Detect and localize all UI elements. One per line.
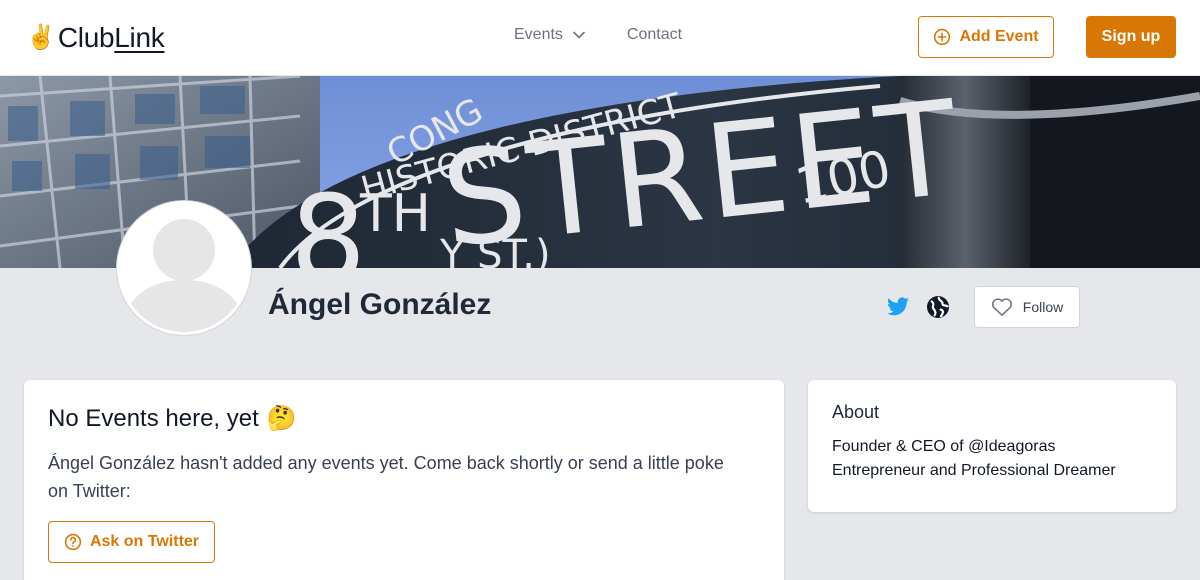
about-text: Founder & CEO of @Ideagoras Entrepreneur… (832, 438, 1116, 479)
heart-icon (991, 298, 1012, 316)
nav-contact-link[interactable]: Contact (627, 26, 682, 44)
logo-text: ClubLink (58, 22, 165, 54)
profile-avatar (117, 201, 251, 335)
twitter-icon[interactable] (886, 295, 910, 319)
chevron-down-icon (573, 31, 585, 39)
plus-circle-icon (934, 28, 951, 46)
about-card: About Founder & CEO of @Ideagoras Entrep… (808, 380, 1176, 512)
about-title: About (832, 402, 880, 422)
logo-club-text: Club (57, 22, 115, 53)
ask-on-twitter-label: Ask on Twitter (89, 533, 200, 550)
nav-events-dropdown[interactable]: Events (514, 26, 585, 44)
victory-hand-icon: ✌️ (26, 24, 56, 51)
sign-number-suffix: TH (359, 184, 431, 244)
sign-sub-text: Y ST.) (439, 232, 551, 268)
logo-link-text: Link (114, 22, 165, 53)
user-silhouette-icon (120, 204, 248, 332)
add-event-button[interactable]: Add Event (918, 16, 1054, 58)
no-events-title-text: No Events here, yet (48, 404, 259, 432)
no-events-card: No Events here, yet 🤔 Ángel González has… (24, 380, 784, 580)
follow-label: Follow (1022, 299, 1064, 315)
nav-events-label: Events (514, 26, 563, 43)
thinking-face-icon: 🤔 (266, 405, 297, 432)
sign-number-prefix: 8 (290, 171, 366, 268)
globe-icon[interactable] (926, 295, 950, 319)
top-navbar: ✌️ ClubLink Events Contact Add Event Sig… (0, 0, 1200, 76)
signup-button[interactable]: Sign up (1086, 16, 1176, 58)
no-events-title: No Events here, yet 🤔 (48, 404, 760, 433)
question-circle-icon (64, 533, 82, 551)
clublink-logo[interactable]: ✌️ ClubLink (26, 22, 165, 54)
main-nav: Events Contact (514, 26, 682, 44)
profile-name: Ángel González (268, 288, 492, 321)
ask-on-twitter-button[interactable]: Ask on Twitter (48, 521, 215, 563)
follow-button[interactable]: Follow (974, 286, 1080, 328)
add-event-label: Add Event (959, 28, 1039, 45)
no-events-message: Ángel González hasn't added any events y… (48, 453, 724, 501)
